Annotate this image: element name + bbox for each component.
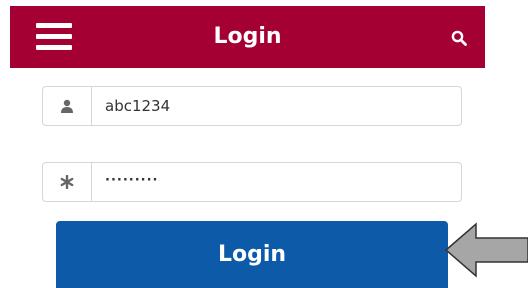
- password-field[interactable]: ·········: [42, 162, 462, 202]
- password-addon: [43, 163, 92, 201]
- user-icon: [61, 99, 73, 113]
- username-field[interactable]: abc1234: [42, 86, 462, 126]
- login-page: Login abc1234 ········· Login: [0, 0, 528, 288]
- password-value: ·········: [105, 173, 159, 188]
- username-value: abc1234: [105, 97, 171, 115]
- left-arrow-pointer-icon: [444, 222, 528, 278]
- hamburger-menu-icon[interactable]: [36, 23, 72, 51]
- asterisk-icon: [60, 175, 74, 189]
- search-icon[interactable]: [451, 30, 467, 46]
- login-button[interactable]: Login: [56, 221, 448, 288]
- username-addon: [43, 87, 92, 125]
- app-header: Login: [10, 6, 485, 68]
- page-title: Login: [213, 24, 282, 49]
- top-edge: [0, 0, 528, 4]
